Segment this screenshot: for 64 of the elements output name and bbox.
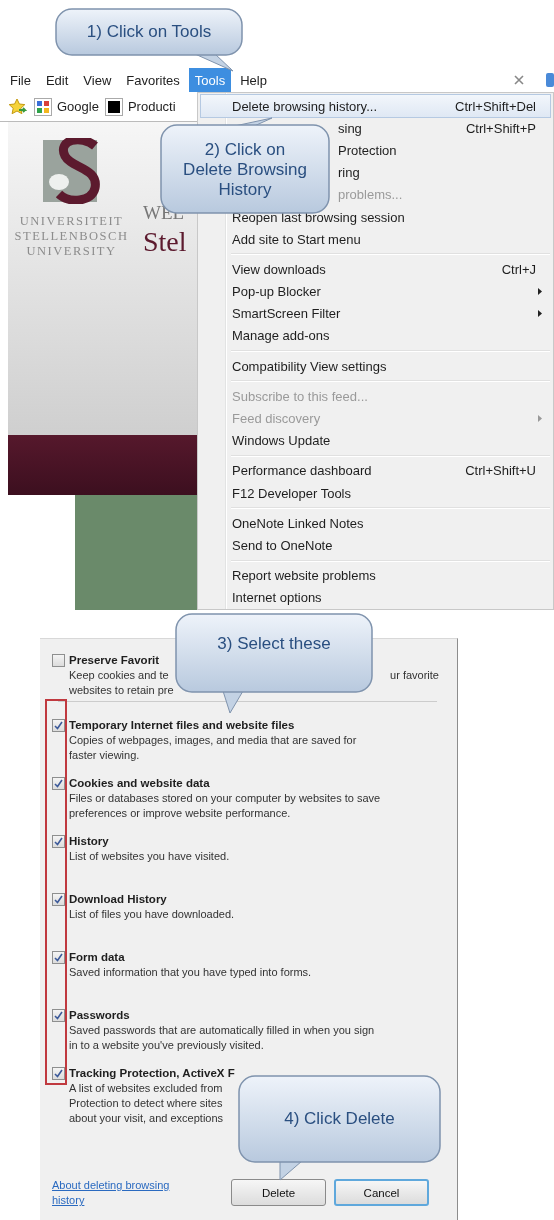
crest-icon (42, 138, 101, 204)
menu-item[interactable]: Add site to Start menu (201, 228, 550, 251)
menu-item[interactable]: Delete browsing history... Ctrl+Shift+Del (201, 95, 550, 118)
option-title: Preserve Favorit (69, 653, 161, 668)
checkbox[interactable] (52, 654, 65, 667)
option-title: Form data (69, 950, 126, 965)
university-name: UNIVERSITEIT (19, 214, 124, 229)
option-description: faster viewing. (69, 748, 140, 763)
option-description: A list of websites excluded from (69, 1081, 223, 1096)
checkbox[interactable] (52, 951, 65, 964)
option-description: in to a website you've previously visited. (69, 1038, 264, 1053)
option-title: History (69, 834, 110, 849)
option-description: Files or databases stored on your computer by websites to save (69, 791, 381, 806)
dialog-button[interactable]: Delete (231, 1179, 326, 1206)
menu-item[interactable]: Reopen last browsing session (201, 205, 550, 229)
checkbox[interactable] (52, 835, 65, 848)
option-description: Keep cookies and te (69, 668, 169, 683)
option-description: Protection to detect where sites (69, 1096, 223, 1111)
checkbox[interactable] (52, 1009, 65, 1022)
option-description: ur favorite (390, 668, 439, 683)
menu-item[interactable]: Send to OneNote (201, 534, 550, 557)
menu-item[interactable]: F12 Developer Tools (201, 482, 550, 505)
university-name: UNIVERSITY (26, 244, 117, 259)
menu-item[interactable]: Report website problems (201, 564, 550, 587)
square-icon (104, 97, 123, 116)
callout-tooltip: 1) Click on Tools (55, 8, 245, 72)
menu-item[interactable]: Windows Update (201, 429, 550, 452)
option-description: Saved information that you have typed into forms. (69, 965, 312, 980)
checkbox[interactable] (52, 1067, 65, 1080)
menu-item[interactable]: Manage add-ons (201, 324, 550, 348)
close-icon[interactable] (514, 75, 524, 85)
university-name: STELLENBOSCH (14, 229, 129, 244)
option-description: List of files you have downloaded. (69, 907, 235, 922)
dialog-button[interactable]: Cancel (334, 1179, 429, 1206)
option-description: Copies of webpages, images, and media that are saved for (69, 733, 357, 748)
menu-item[interactable]: OneNote Linked Notes (201, 512, 550, 535)
option-title: Cookies and website data (69, 776, 211, 791)
menu-item[interactable]: Compatibility View settings (201, 355, 550, 378)
option-title: Tracking Protection, ActiveX F (69, 1066, 236, 1081)
option-description: Saved passwords that are automatically filled in when you sign (69, 1023, 375, 1038)
option-title: Temporary Internet files and website files (69, 718, 296, 733)
callout-tooltip: 4) Click Delete (238, 1075, 443, 1181)
menu-item[interactable]: Pop-up Blocker (201, 280, 550, 303)
menu-item[interactable]: Internet options (201, 586, 550, 609)
favorite-link[interactable]: Producti (127, 99, 176, 114)
menu-item[interactable]: View downloads Ctrl+J (201, 258, 550, 281)
menu-item[interactable]: SmartScreen Filter (201, 302, 550, 325)
checkbox[interactable] (52, 719, 65, 732)
option-description: websites to retain pre (69, 683, 174, 698)
option-description: about your visit, and exceptions (69, 1111, 224, 1126)
option-description: preferences or improve website performance. (69, 806, 291, 821)
callout-tooltip: 3) Select these (175, 613, 375, 714)
checkbox[interactable] (52, 893, 65, 906)
menu-bar-item[interactable]: File (4, 68, 37, 92)
help-link[interactable]: About deleting browsing history (52, 1178, 192, 1208)
option-title: Download History (69, 892, 168, 907)
option-title: Passwords (69, 1008, 131, 1023)
page-heading: Stel (143, 226, 187, 258)
option-description: List of websites you have visited. (69, 849, 230, 864)
checkbox[interactable] (52, 777, 65, 790)
menu-item[interactable]: Performance dashboard Ctrl+Shift+U (201, 459, 550, 482)
favorite-link[interactable]: Google (57, 99, 99, 114)
star-icon[interactable] (8, 97, 28, 116)
squares-icon (34, 97, 52, 116)
